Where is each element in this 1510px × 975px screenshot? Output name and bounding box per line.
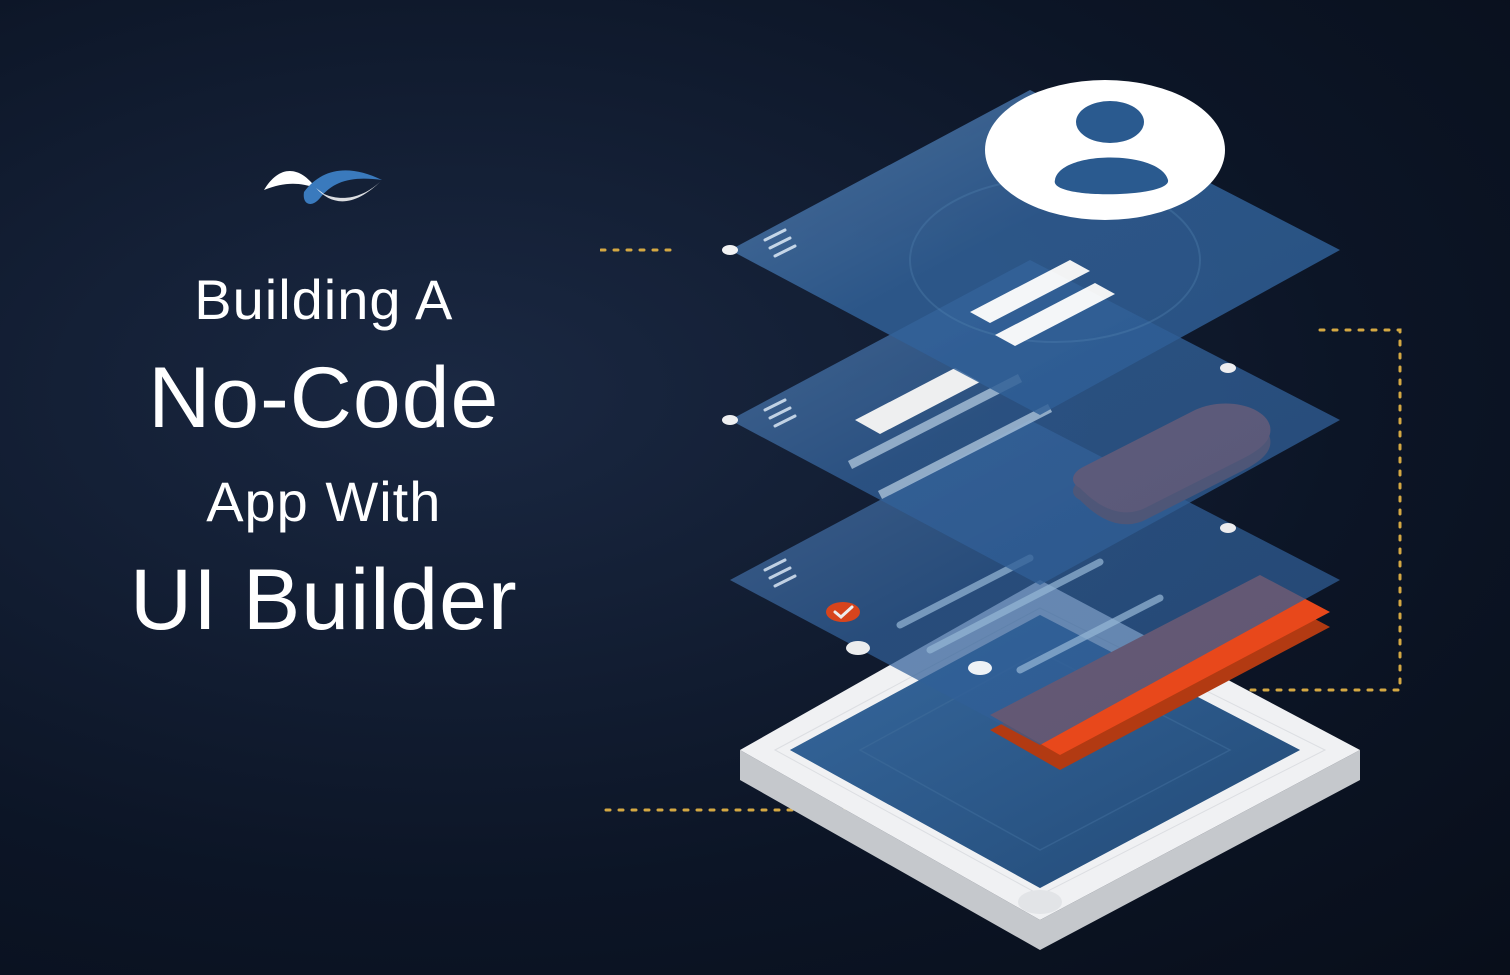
isometric-illustration [600,50,1450,950]
headline: Building A No-Code App With UI Builder [130,265,518,654]
backendless-logo-icon [254,150,394,225]
headline-line-1: Building A [130,265,518,335]
headline-line-4: UI Builder [130,547,518,655]
avatar-icon [985,80,1225,220]
headline-line-2: No-Code [130,345,518,453]
text-panel: Building A No-Code App With UI Builder [130,150,518,654]
headline-line-3: App With [130,467,518,537]
